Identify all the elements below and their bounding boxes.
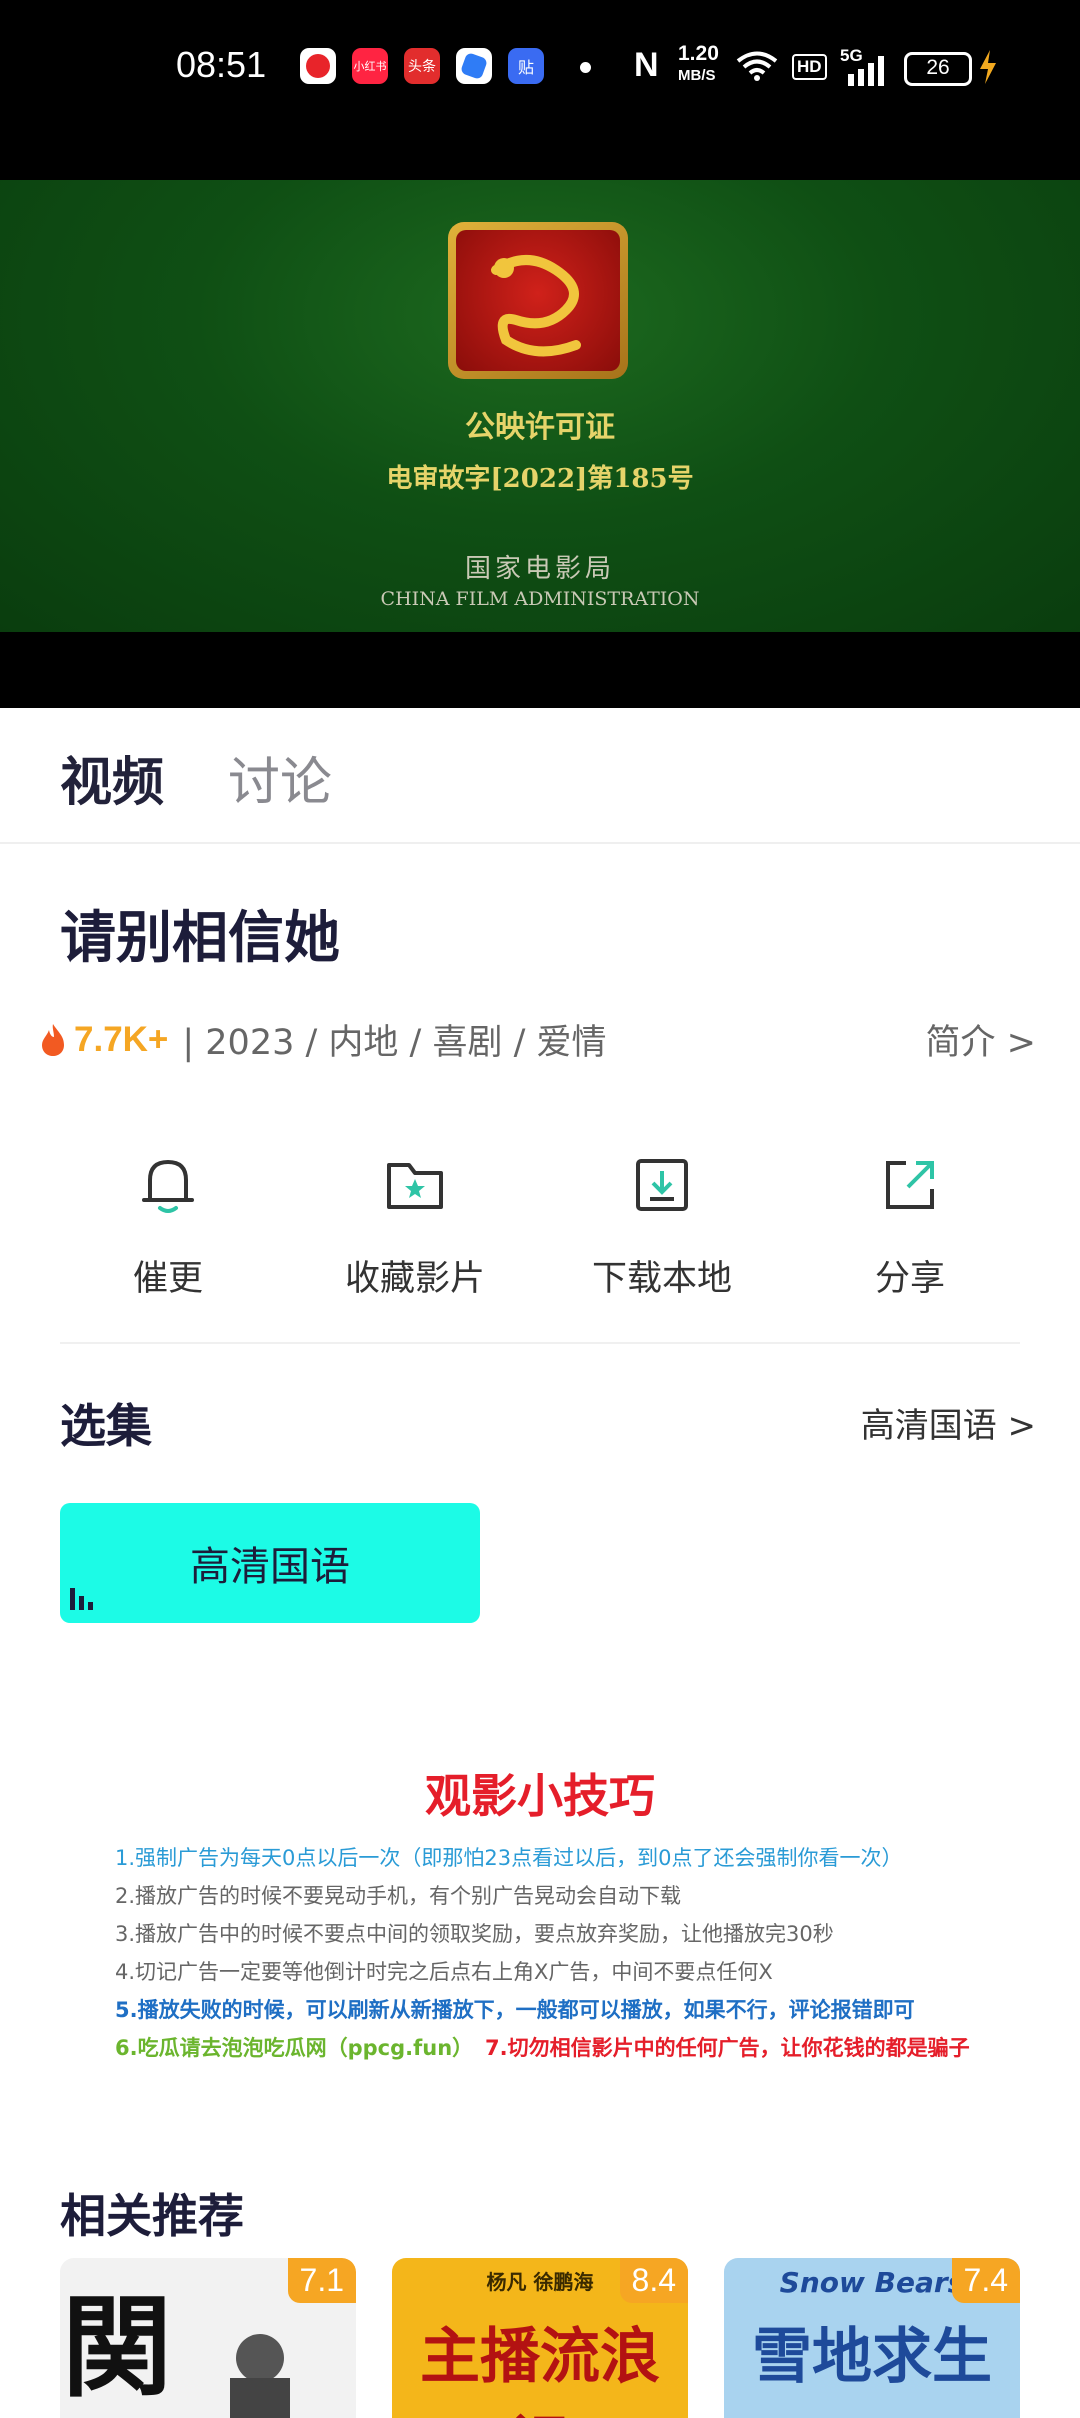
recommend-card-3[interactable]: Snow Bears 雪地求生 7.4: [724, 2258, 1020, 2418]
status-bar: [0, 0, 1080, 180]
episode-label: 高清国语: [190, 1544, 350, 1590]
license-title: 公映许可证: [465, 410, 615, 445]
share-button[interactable]: 分享: [800, 1150, 1020, 1301]
poster-3-title: 雪地求生: [752, 2322, 992, 2392]
tip-line-4: 4.切记广告一定要等他倒计时完之后点右上角X广告，中间不要点任何X: [115, 1960, 773, 1984]
charging-icon: [980, 50, 996, 84]
bell-icon: [142, 1160, 194, 1213]
poster-1-score: 7.1: [287, 2258, 356, 2303]
battery-level: 26: [926, 56, 950, 79]
favorite-button[interactable]: 收藏影片: [305, 1150, 525, 1301]
tip-line-1: 1.强制广告为每天0点以后一次（即那怕23点看过以后，到0点了还会强制你看一次）: [115, 1846, 903, 1870]
poster-3-score: 7.4: [951, 2258, 1020, 2303]
share-icon: [886, 1161, 934, 1209]
movie-title: 请别相信她: [60, 906, 340, 971]
actions-divider: [60, 1342, 1020, 1344]
signal-icon: [848, 56, 884, 86]
recommend-card-1[interactable]: 関 7.1: [60, 2258, 356, 2418]
notification-dot: [580, 62, 591, 73]
poster-1-title: 関: [62, 2283, 172, 2412]
poster-2-title: 主播流浪记: [420, 2322, 660, 2418]
nfc-icon: N: [634, 46, 659, 84]
source-selector[interactable]: 高清国语 >: [861, 1398, 1036, 1447]
flame-icon: [42, 1023, 64, 1056]
remind-update-button[interactable]: 催更: [58, 1150, 278, 1301]
movie-meta-text: | 2023 / 内地 / 喜剧 / 爱情: [182, 1023, 607, 1063]
wifi-icon: [736, 51, 778, 81]
license-number: 电审故字[2022]第185号: [386, 464, 694, 494]
blue-app-icon: [456, 48, 492, 84]
download-label: 下载本地: [591, 1259, 732, 1299]
player-bottom-bar: [0, 632, 1080, 708]
download-button[interactable]: 下载本地: [552, 1150, 772, 1301]
recommend-title: 相关推荐: [60, 2189, 244, 2243]
tabs-divider: [0, 842, 1080, 844]
tip-line-5: 5.播放失败的时候，可以刷新从新播放下，一般都可以播放，如果不行，评论报错即可: [115, 1998, 915, 2022]
license-org: 国家电影局: [464, 554, 615, 584]
toutiao-icon: 头条: [404, 48, 440, 84]
net-speed: 1.20 MB/S: [678, 42, 719, 84]
movie-meta: 7.7K+ | 2023 / 内地 / 喜剧 / 爱情: [40, 1014, 607, 1065]
share-label: 分享: [874, 1259, 945, 1299]
clock: 08:51: [176, 44, 267, 85]
recommend-card-2[interactable]: 杨凡 徐鹏海 主播流浪记 8.4: [392, 2258, 688, 2418]
tip-line-3: 3.播放广告中的时候不要点中间的领取奖励，要点放弃奖励，让他播放完30秒: [115, 1922, 834, 1946]
tieba-icon: 贴: [508, 48, 544, 84]
tab-discussion[interactable]: 讨论: [228, 740, 332, 815]
heat-count: 7.7K+: [74, 1019, 169, 1059]
tab-video[interactable]: 视频: [60, 740, 164, 815]
tip-line-7: 7.切勿相信影片中的任何广告，让你花钱的都是骗子: [485, 2036, 970, 2060]
poster-2-score: 8.4: [619, 2258, 688, 2303]
tip-line-2: 2.播放广告的时候不要晃动手机，有个别广告晃动会自动下载: [115, 1884, 682, 1908]
video-app-icon: [300, 48, 336, 84]
remind-update-label: 催更: [132, 1259, 203, 1299]
download-icon: [636, 1159, 688, 1211]
hd-badge: HD: [792, 54, 827, 80]
episodes-title: 选集: [60, 1399, 152, 1453]
samurai-figure: [230, 2334, 290, 2418]
tip-line-6: 6.吃瓜请去泡泡吃瓜网（ppcg.fun）: [115, 2036, 474, 2060]
battery-icon: 26: [904, 52, 972, 86]
episode-item[interactable]: 高清国语: [60, 1503, 480, 1623]
favorite-label: 收藏影片: [344, 1259, 485, 1299]
playing-indicator-icon: [70, 1588, 93, 1610]
license-org-en: CHINA FILM ADMINISTRATION: [380, 588, 700, 610]
intro-link[interactable]: 简介 >: [926, 1014, 1036, 1065]
dragon-emblem-icon: [448, 222, 628, 379]
tips-title: 观影小技巧: [425, 1769, 655, 1823]
folder-star-icon: [387, 1163, 443, 1209]
xiaohongshu-icon: 小红书: [352, 48, 388, 84]
